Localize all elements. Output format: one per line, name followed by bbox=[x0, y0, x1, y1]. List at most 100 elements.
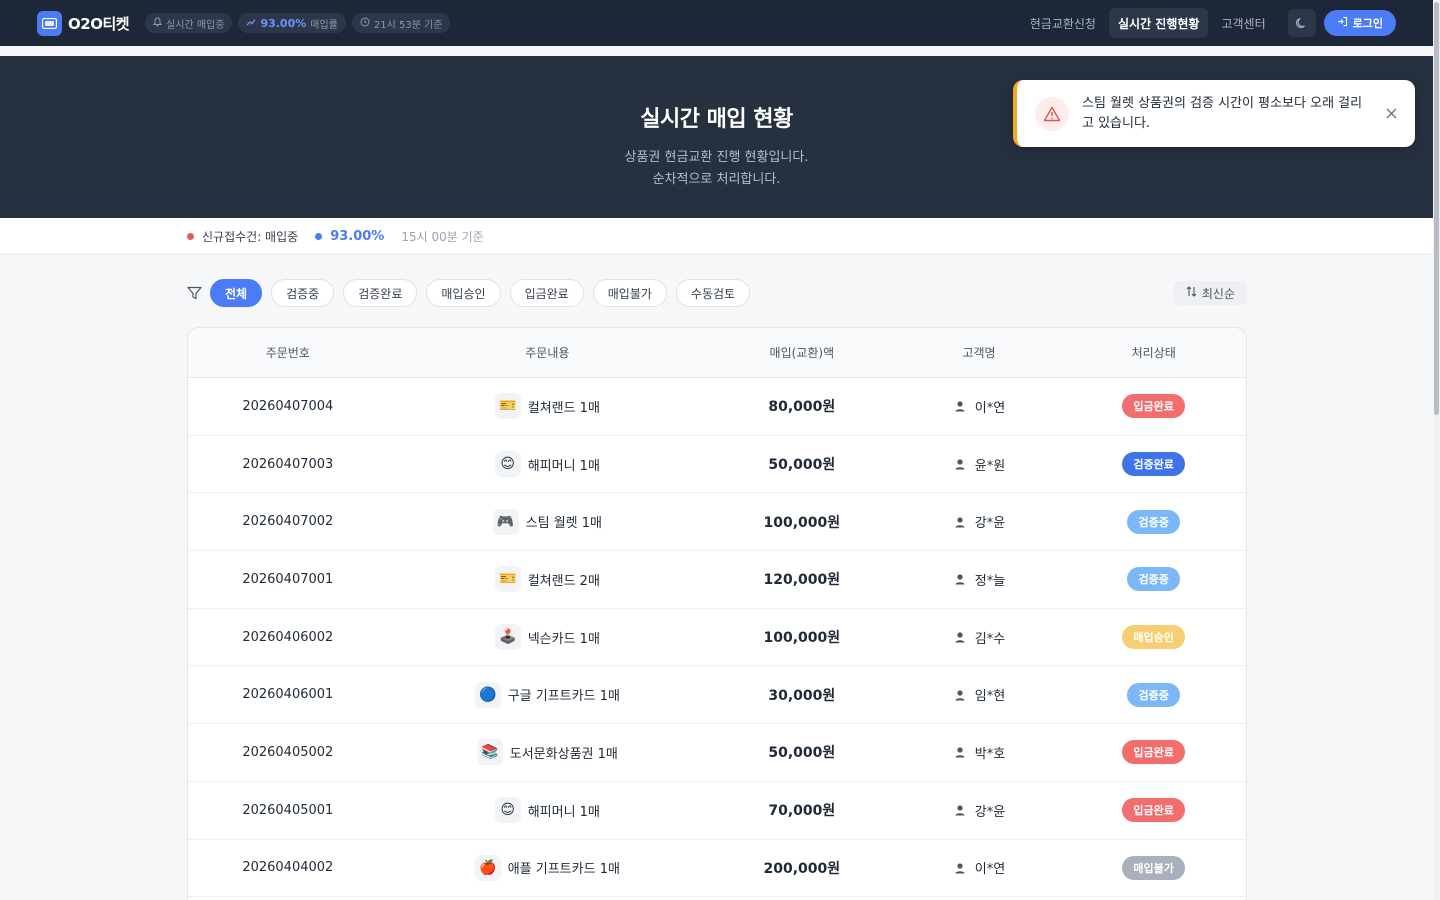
table-row[interactable]: 20260407004 🎫 컬쳐랜드 1매 80,000원 이*연 입금완료 bbox=[188, 378, 1246, 436]
scroll-thumb[interactable] bbox=[1434, 2, 1439, 415]
table-row[interactable]: 20260404002 🍎 애플 기프트카드 1매 200,000원 이*연 매입불가 bbox=[188, 840, 1246, 898]
time-text: 21시 53분 기준 bbox=[373, 19, 443, 31]
customer-cell: 김*수 bbox=[897, 628, 1062, 647]
orders-table: 주문번호 주문내용 매입(교환)액 고객명 처리상태 20260407004 🎫 컬… bbox=[187, 327, 1247, 900]
hero-subtitle-line1: 상품권 현금교환 진행 현황입니다. bbox=[624, 150, 809, 165]
customer-name: 강*윤 bbox=[974, 804, 1006, 820]
product-name: 애플 기프트카드 1매 bbox=[507, 862, 620, 878]
order-content: 📚 도서문화상품권 1매 bbox=[388, 739, 707, 766]
amount: 50,000원 bbox=[768, 745, 836, 762]
strip-rate-value: 93.00% bbox=[330, 228, 385, 244]
customer-cell: 이*연 bbox=[897, 858, 1062, 877]
col-order-number: 주문번호 bbox=[265, 346, 310, 360]
close-icon bbox=[1386, 104, 1397, 123]
table-row[interactable]: 20260406002 🕹️ 넥슨카드 1매 100,000원 김*수 매입승인 bbox=[188, 609, 1246, 667]
status-badge: 매입승인 bbox=[1122, 625, 1185, 650]
live-status-text: 실시간 매입중 bbox=[166, 19, 225, 31]
order-content: 🕹️ 넥슨카드 1매 bbox=[388, 624, 707, 651]
user-icon bbox=[953, 803, 967, 817]
page-scrollbar[interactable] bbox=[1433, 0, 1440, 900]
amount: 100,000원 bbox=[763, 514, 841, 531]
filter-chip[interactable]: 매입불가 bbox=[592, 279, 667, 307]
customer-name: 박*호 bbox=[974, 746, 1006, 762]
product-icon: 🍎 bbox=[474, 854, 501, 881]
order-number: 20260404002 bbox=[242, 860, 334, 876]
top-navbar: O2O티켓 실시간 매입중 93.00% 매입률 21시 53분 기준 현금교환… bbox=[0, 0, 1433, 46]
col-status: 처리상태 bbox=[1131, 346, 1176, 360]
customer-name: 이*연 bbox=[974, 862, 1006, 878]
time-pill: 21시 53분 기준 bbox=[351, 13, 451, 33]
amount: 200,000원 bbox=[763, 860, 841, 877]
bell-icon bbox=[152, 16, 163, 30]
order-content: 🔵 구글 기프트카드 1매 bbox=[388, 681, 707, 708]
table-row[interactable]: 20260405001 😊 해피머니 1매 70,000원 강*윤 입금완료 bbox=[188, 782, 1246, 840]
status-badge: 입금완료 bbox=[1122, 798, 1185, 823]
table-header: 주문번호 주문내용 매입(교환)액 고객명 처리상태 bbox=[188, 328, 1246, 378]
product-icon: 🎮 bbox=[492, 508, 519, 535]
order-content: 🎫 컬쳐랜드 2매 bbox=[388, 566, 707, 593]
filter-chip[interactable]: 검증완료 bbox=[343, 279, 418, 307]
table-row[interactable]: 20260407001 🎫 컬쳐랜드 2매 120,000원 정*늘 검증중 bbox=[188, 551, 1246, 609]
status-badge: 매입불가 bbox=[1122, 855, 1185, 880]
nav-cash-exchange[interactable]: 현금교환신청 bbox=[1021, 8, 1105, 38]
customer-cell: 강*윤 bbox=[897, 801, 1062, 820]
status-cell: 검증완료 bbox=[1061, 452, 1246, 477]
status-badge: 입금완료 bbox=[1122, 740, 1185, 765]
order-number: 20260406001 bbox=[242, 687, 334, 703]
table-row[interactable]: 20260407003 😊 해피머니 1매 50,000원 윤*원 검증완료 bbox=[188, 436, 1246, 494]
dark-mode-toggle[interactable] bbox=[1287, 9, 1316, 37]
status-badge: 검증중 bbox=[1127, 682, 1180, 707]
customer-cell: 강*윤 bbox=[897, 512, 1062, 531]
hero-subtitle-line2: 순차적으로 처리합니다. bbox=[652, 172, 781, 187]
warning-toast: 스팀 월렛 상품권의 검증 시간이 평소보다 오래 걸리고 있습니다. bbox=[1013, 80, 1415, 147]
status-badge: 검증중 bbox=[1127, 567, 1180, 592]
col-customer: 고객명 bbox=[962, 346, 996, 360]
product-name: 넥슨카드 1매 bbox=[527, 631, 600, 647]
filter-bar: 전체 검증중 검증완료 매입승인 입금완료 매입불가 수동검토 최신순 bbox=[187, 279, 1247, 307]
filter-chip[interactable]: 수동검토 bbox=[675, 279, 751, 307]
nav-support[interactable]: 고객센터 bbox=[1212, 8, 1274, 38]
status-badge: 검증완료 bbox=[1122, 452, 1185, 477]
clock-icon bbox=[360, 17, 370, 30]
table-row[interactable]: 20260407002 🎮 스팀 월렛 1매 100,000원 강*윤 검증중 bbox=[188, 493, 1246, 552]
customer-name: 김*수 bbox=[974, 631, 1006, 647]
user-icon bbox=[953, 572, 967, 586]
order-number: 20260407001 bbox=[242, 571, 334, 587]
customer-name: 이*연 bbox=[974, 400, 1006, 416]
login-button[interactable]: 로그인 bbox=[1323, 10, 1396, 36]
customer-cell: 박*호 bbox=[897, 743, 1062, 762]
product-name: 구글 기프트카드 1매 bbox=[507, 689, 620, 705]
user-icon bbox=[953, 688, 967, 702]
amount: 30,000원 bbox=[768, 687, 836, 704]
product-icon: 😊 bbox=[494, 797, 521, 824]
filter-chip[interactable]: 검증중 bbox=[271, 279, 335, 307]
table-row[interactable]: 20260406001 🔵 구글 기프트카드 1매 30,000원 임*현 검증중 bbox=[188, 666, 1246, 725]
filter-chip[interactable]: 매입승인 bbox=[426, 279, 501, 307]
order-number: 20260407003 bbox=[242, 456, 334, 472]
product-name: 도서문화상품권 1매 bbox=[509, 746, 618, 762]
sort-button[interactable]: 최신순 bbox=[1173, 281, 1247, 305]
amount: 70,000원 bbox=[768, 803, 836, 820]
filter-chip[interactable]: 입금완료 bbox=[509, 279, 584, 307]
table-row[interactable]: 20260405002 📚 도서문화상품권 1매 50,000원 박*호 입금완료 bbox=[188, 724, 1246, 782]
login-icon bbox=[1337, 16, 1348, 30]
order-number: 20260405001 bbox=[242, 802, 334, 818]
logo[interactable]: O2O티켓 bbox=[37, 10, 130, 36]
red-dot-icon bbox=[187, 232, 194, 240]
col-amount: 매입(교환)액 bbox=[769, 346, 835, 360]
user-icon bbox=[953, 745, 967, 759]
nav-live-status[interactable]: 실시간 진행현황 bbox=[1108, 8, 1209, 38]
blue-dot-icon bbox=[315, 232, 323, 240]
toast-close-button[interactable] bbox=[1381, 104, 1401, 124]
live-status-pill: 실시간 매입중 bbox=[145, 13, 233, 33]
status-cell: 입금완료 bbox=[1061, 740, 1246, 765]
status-cell: 입금완료 bbox=[1061, 798, 1246, 823]
new-intake-label: 신규접수건: 매입중 bbox=[202, 229, 299, 244]
toast-message: 스팀 월렛 상품권의 검증 시간이 평소보다 오래 걸리고 있습니다. bbox=[1082, 95, 1363, 131]
product-name: 해피머니 1매 bbox=[527, 458, 600, 474]
product-name: 해피머니 1매 bbox=[527, 804, 600, 820]
customer-name: 윤*원 bbox=[974, 458, 1006, 474]
rate-status: 93.00% bbox=[315, 229, 384, 244]
product-name: 컬쳐랜드 2매 bbox=[527, 573, 600, 589]
filter-chip[interactable]: 전체 bbox=[210, 279, 263, 307]
